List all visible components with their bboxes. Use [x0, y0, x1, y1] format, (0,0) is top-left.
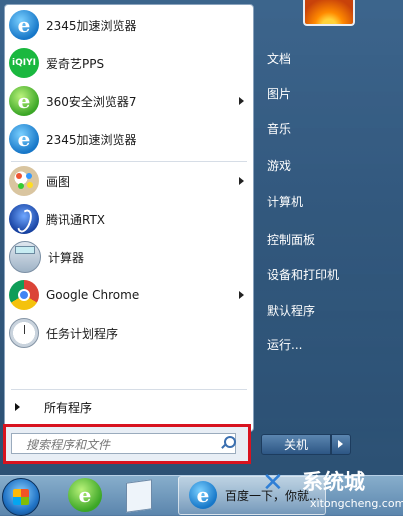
search-input[interactable]	[11, 433, 236, 454]
shutdown-button[interactable]: 关机	[261, 434, 331, 455]
right-item-default-programs[interactable]: 默认程序	[267, 302, 315, 319]
program-label: 计算器	[48, 250, 85, 265]
calculator-icon	[9, 241, 41, 273]
program-item-chrome[interactable]: Google Chrome	[5, 277, 253, 313]
program-item-360-browser[interactable]: 360安全浏览器7	[5, 83, 253, 119]
ie-2345-icon	[9, 124, 39, 154]
program-item-rtx[interactable]: 腾讯通RTX	[5, 201, 253, 237]
right-item-computer[interactable]: 计算机	[267, 193, 303, 210]
program-item-calculator[interactable]: 计算器	[5, 239, 253, 275]
right-item-pictures[interactable]: 图片	[267, 85, 291, 102]
task-scheduler-icon	[9, 318, 39, 348]
ie-icon	[189, 481, 217, 509]
program-label: 360安全浏览器7	[46, 94, 137, 109]
360-browser-icon	[9, 86, 39, 116]
program-label: 腾讯通RTX	[46, 212, 106, 227]
right-item-music[interactable]: 音乐	[267, 120, 291, 137]
rtx-icon	[9, 204, 39, 234]
program-item-2345-browser[interactable]: 2345加速浏览器	[5, 7, 253, 43]
watermark-text: 系统城	[302, 470, 365, 494]
program-label: 2345加速浏览器	[46, 18, 137, 33]
ie-2345-icon	[9, 10, 39, 40]
chevron-right-icon	[239, 291, 244, 299]
watermark-sub: xitongcheng.com	[310, 497, 403, 510]
watermark-mark: ✕	[262, 468, 284, 498]
program-label: 画图	[46, 174, 71, 189]
program-label: 2345加速浏览器	[46, 132, 137, 147]
taskbar-360-browser-icon[interactable]	[68, 478, 102, 512]
all-programs-button[interactable]: 所有程序	[5, 395, 253, 419]
user-avatar[interactable]	[303, 0, 355, 26]
program-label: 任务计划程序	[46, 326, 119, 341]
triangle-right-icon	[15, 403, 20, 411]
chevron-right-icon	[239, 177, 244, 185]
paint-icon	[9, 166, 39, 196]
right-item-games[interactable]: 游戏	[267, 157, 291, 174]
program-item-iqiyi-pps[interactable]: iQIYI 爱奇艺PPS	[5, 45, 253, 81]
right-item-devices-printers[interactable]: 设备和打印机	[267, 266, 339, 283]
program-item-paint[interactable]: 画图	[5, 163, 253, 199]
search-icon[interactable]	[224, 436, 236, 448]
program-label: Google Chrome	[46, 288, 140, 302]
program-list-pane: 2345加速浏览器 iQIYI 爱奇艺PPS 360安全浏览器7 2345加速浏…	[4, 4, 254, 432]
right-item-run[interactable]: 运行...	[267, 336, 302, 353]
right-item-documents[interactable]: 文档	[267, 50, 291, 67]
watermark: ✕ 系统城 xitongcheng.com	[262, 466, 403, 515]
shutdown-options-button[interactable]	[331, 434, 351, 455]
separator	[11, 389, 247, 390]
separator	[11, 161, 247, 162]
taskbar-document-icon[interactable]	[126, 479, 152, 513]
all-programs-label: 所有程序	[44, 400, 93, 415]
search-highlight-box	[3, 424, 251, 464]
right-item-control-panel[interactable]: 控制面板	[267, 231, 315, 248]
program-item-2345-browser-2[interactable]: 2345加速浏览器	[5, 121, 253, 157]
chevron-right-icon	[239, 97, 244, 105]
start-menu: 2345加速浏览器 iQIYI 爱奇艺PPS 360安全浏览器7 2345加速浏…	[0, 0, 403, 475]
start-orb-button[interactable]	[2, 478, 40, 516]
program-label: 爱奇艺PPS	[46, 56, 105, 71]
program-item-task-scheduler[interactable]: 任务计划程序	[5, 315, 253, 351]
chrome-icon	[9, 280, 39, 310]
iqiyi-icon: iQIYI	[9, 48, 39, 78]
